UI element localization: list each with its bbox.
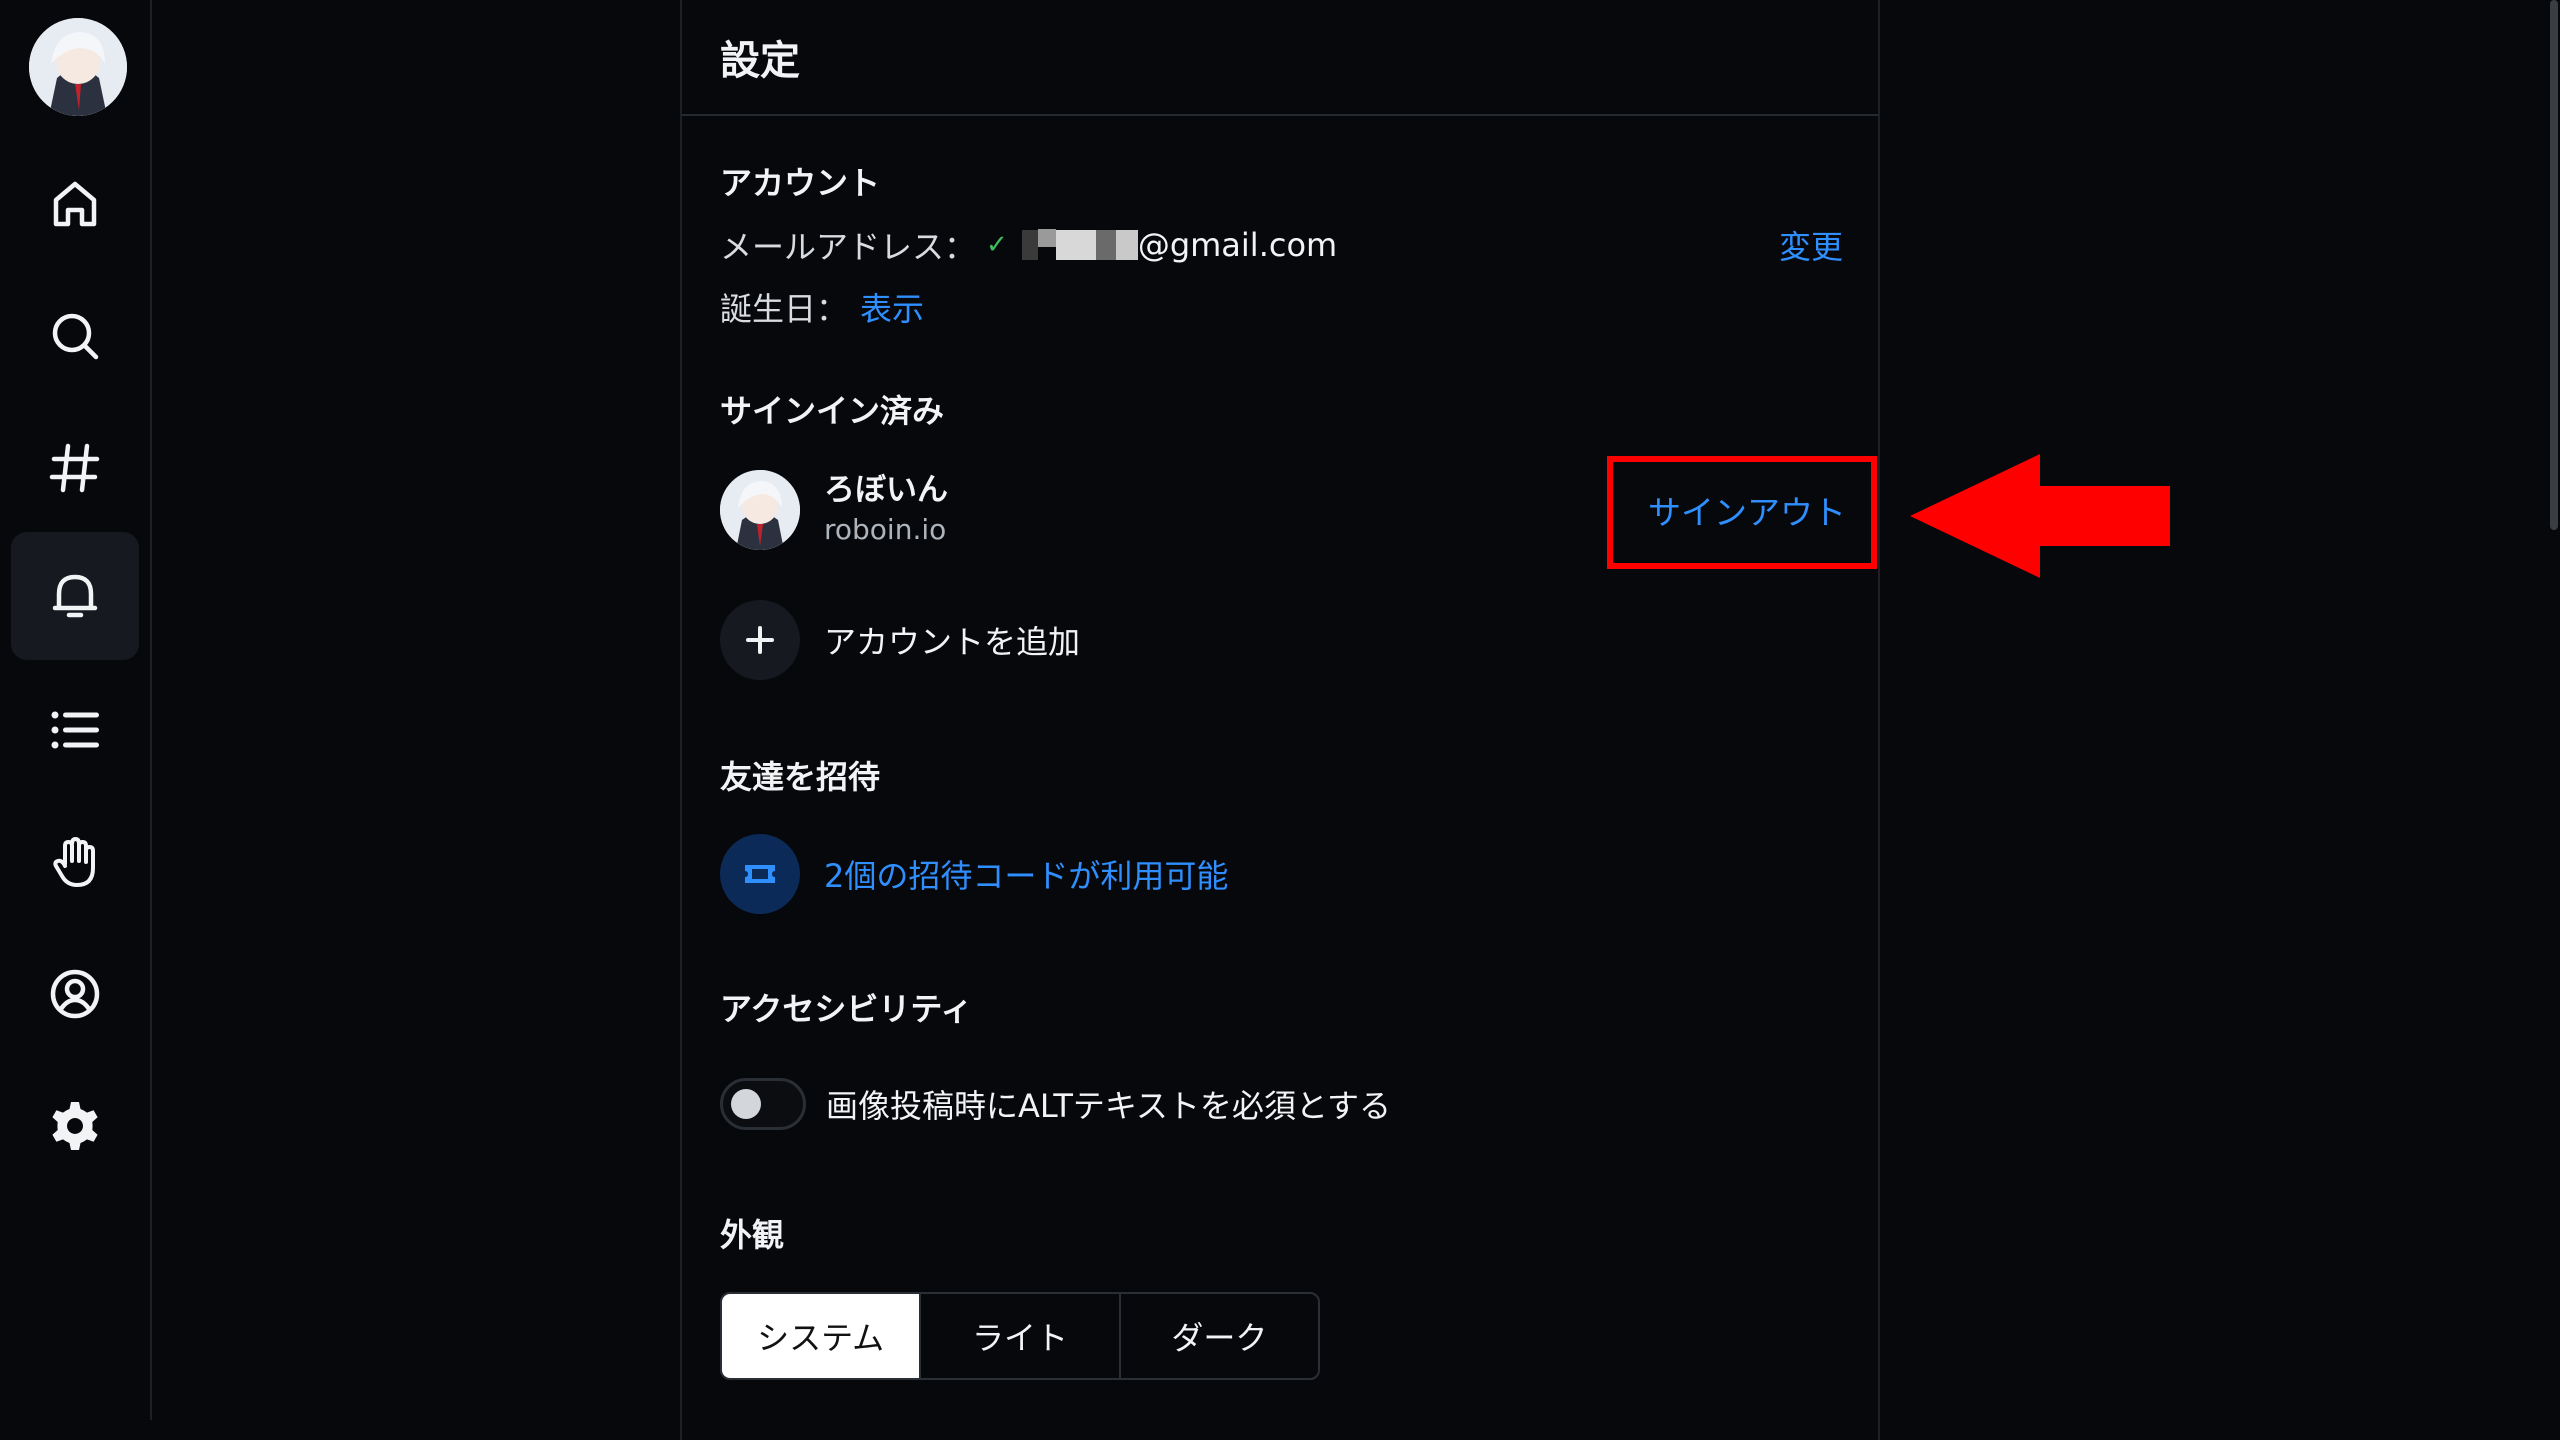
show-birthday-link[interactable]: 表示 [860, 284, 924, 330]
email-label: メールアドレス： [720, 228, 977, 266]
bell-icon [52, 574, 98, 618]
signed-in-section-title: サインイン済み [720, 392, 945, 430]
page-title: 設定 [720, 38, 800, 84]
email-row: メールアドレス： ✓ @gmail.com [720, 222, 1337, 268]
account-section-title: アカウント [720, 164, 881, 202]
appearance-option-system[interactable]: システム [722, 1294, 922, 1378]
account-handle: roboin.io [824, 513, 947, 546]
email-domain: @gmail.com [1137, 226, 1338, 264]
hand-icon [53, 837, 95, 887]
home-icon [53, 181, 97, 227]
nav-notifications[interactable] [11, 532, 139, 660]
nav-home[interactable] [11, 140, 139, 268]
invite-section-title: 友達を招待 [720, 758, 881, 796]
appearance-segmented-control: システム ライト ダーク [720, 1292, 1320, 1380]
ticket-icon [720, 834, 800, 914]
signed-in-account-row: ろぼいん roboin.io [720, 470, 948, 550]
appearance-option-dark[interactable]: ダーク [1121, 1294, 1318, 1378]
nav-profile[interactable] [11, 930, 139, 1058]
add-account-label: アカウントを追加 [824, 623, 1081, 661]
nav-lists[interactable] [11, 666, 139, 794]
nav-search[interactable] [11, 272, 139, 400]
settings-header: 設定 [682, 0, 1878, 116]
current-user-avatar[interactable] [29, 18, 127, 116]
page-scrollbar[interactable] [2550, 0, 2558, 530]
verified-check-icon: ✓ [986, 230, 1008, 260]
left-nav-rail [0, 0, 152, 1420]
account-display-name: ろぼいん [824, 472, 948, 508]
appearance-section-title: 外観 [720, 1216, 785, 1254]
change-email-button[interactable]: 変更 [1779, 222, 1843, 268]
account-avatar [720, 470, 800, 550]
invite-codes-row[interactable]: 2個の招待コードが利用可能 [720, 834, 1228, 914]
invite-codes-link: 2個の招待コードが利用可能 [824, 857, 1229, 895]
plus-icon [720, 600, 800, 680]
email-masked-local-part [1021, 229, 1138, 261]
birthday-row: 誕生日： 表示 [720, 284, 924, 330]
settings-panel: 設定 アカウント メールアドレス： ✓ @gmail.com 変更 誕生日： 表… [680, 0, 1880, 1440]
birthday-label: 誕生日： [720, 290, 849, 328]
toggle-knob [731, 1089, 761, 1119]
add-account-row[interactable]: アカウントを追加 [720, 600, 1080, 680]
search-icon [52, 313, 99, 360]
appearance-option-light[interactable]: ライト [921, 1294, 1121, 1378]
list-icon [51, 711, 99, 749]
nav-settings[interactable] [11, 1062, 139, 1190]
left-arrow-icon [1910, 454, 2170, 578]
accessibility-section-title: アクセシビリティ [720, 990, 973, 1028]
user-circle-icon [50, 969, 100, 1019]
alt-text-label: 画像投稿時にALTテキストを必須とする [826, 1087, 1391, 1125]
nav-feeds[interactable] [11, 404, 139, 532]
hash-icon [49, 443, 100, 493]
alt-text-row: 画像投稿時にALTテキストを必須とする [720, 1078, 1391, 1130]
nav-moderation[interactable] [11, 798, 139, 926]
gear-icon [52, 1102, 98, 1150]
alt-text-toggle[interactable] [720, 1078, 806, 1130]
sign-out-highlight-box [1607, 456, 1877, 569]
